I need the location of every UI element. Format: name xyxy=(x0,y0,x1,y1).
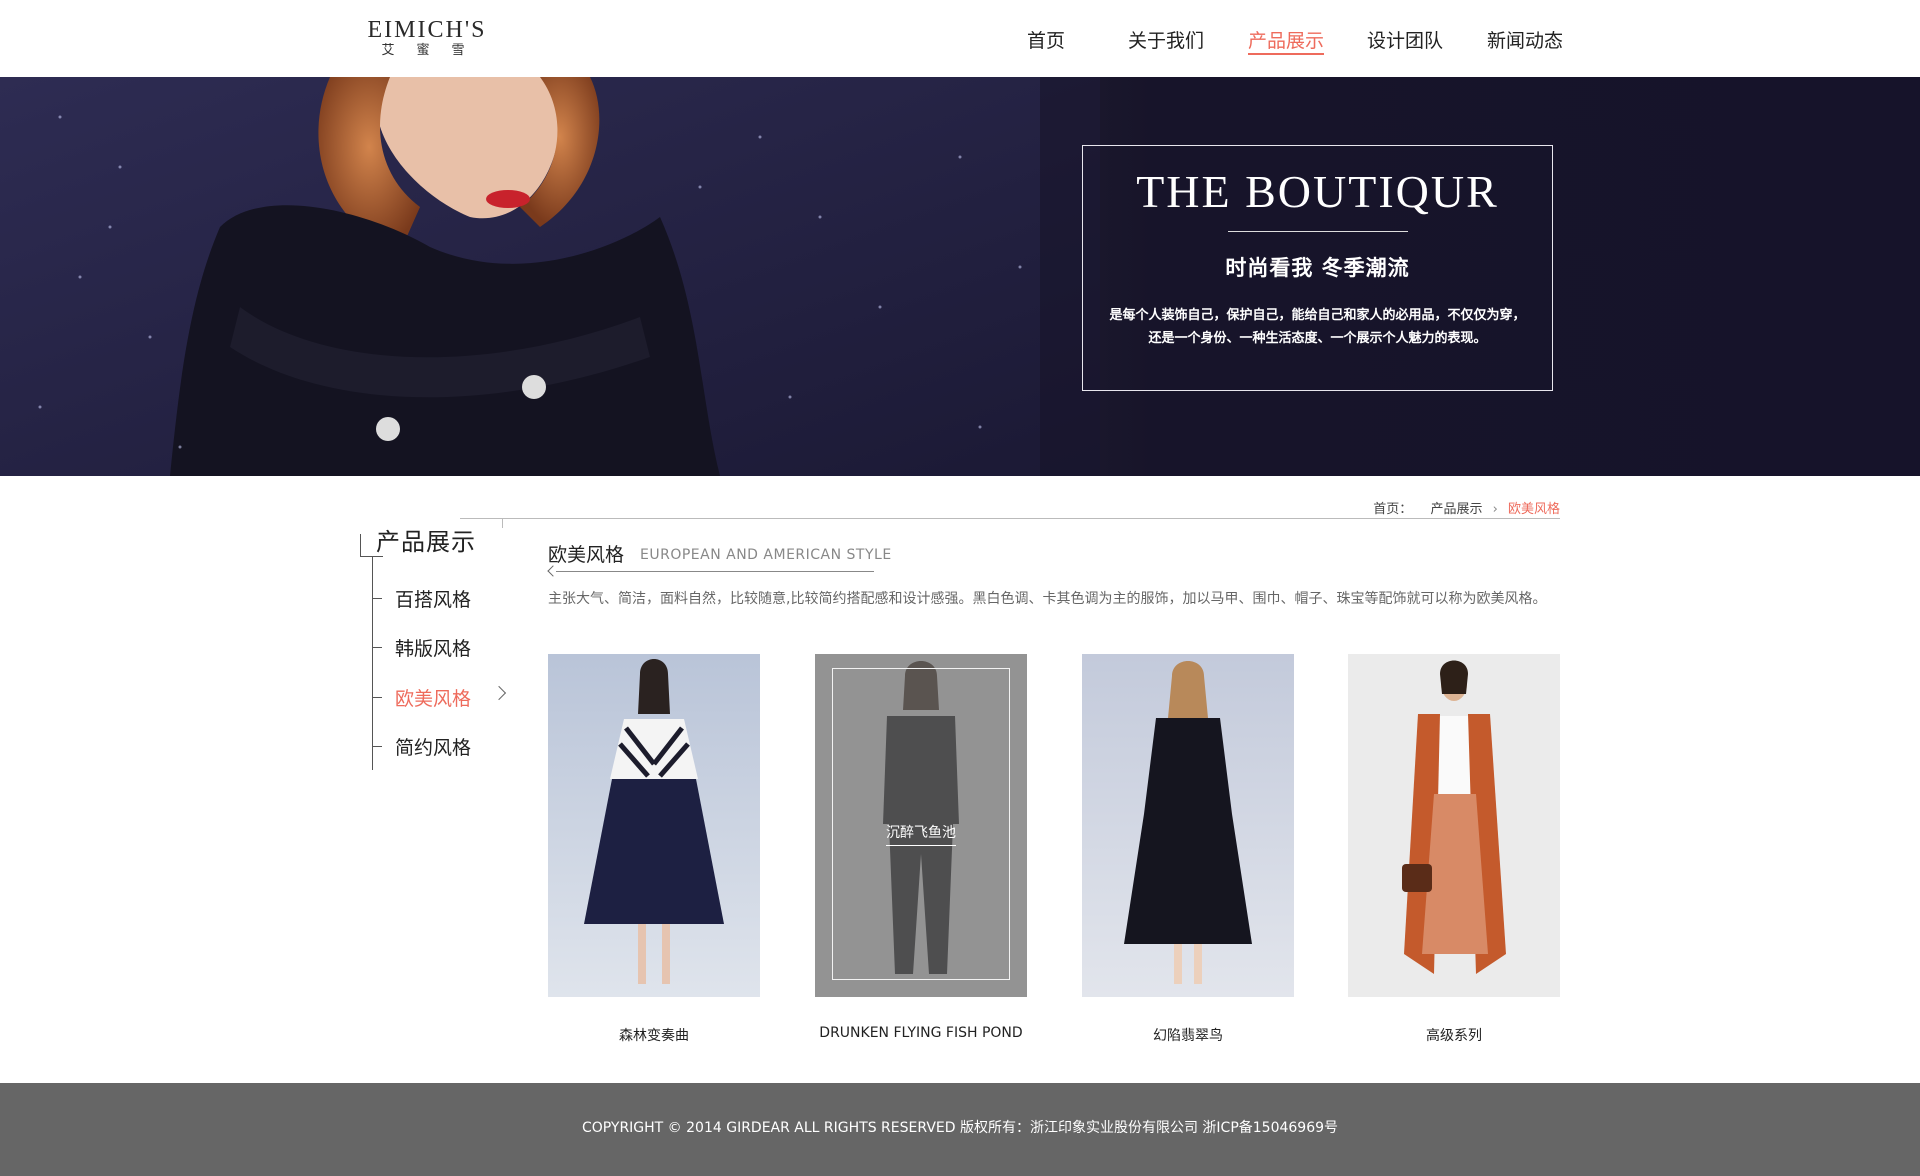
sidebar-tick xyxy=(372,647,382,648)
sidebar-item-korean[interactable]: 韩版风格 xyxy=(395,634,471,661)
sidebar-item-casual[interactable]: 百搭风格 xyxy=(395,585,471,612)
product-hover-overlay: 沉醉飞鱼池 xyxy=(815,654,1027,997)
banner-subtitle: 时尚看我 冬季潮流 xyxy=(1225,256,1410,280)
product-card[interactable]: 沉醉飞鱼池 DRUNKEN FLYING FISH POND xyxy=(815,654,1027,1041)
section-description: 主张大气、简洁，面料自然，比较随意,比较简约搭配感和设计感强。黑白色调、卡其色调… xyxy=(548,591,1547,607)
product-image[interactable] xyxy=(548,654,760,997)
hero-banner: THE BOUTIQUR 时尚看我 冬季潮流 是每个人装饰自己，保护自己，能给自… xyxy=(0,77,1920,476)
product-image[interactable] xyxy=(1348,654,1560,997)
logo-chinese: 艾蜜雪 xyxy=(381,43,487,58)
section-rule xyxy=(556,571,874,572)
breadcrumb-current: 欧美风格 xyxy=(1507,502,1560,517)
chevron-right-icon xyxy=(491,685,507,701)
overlay-label: 沉醉飞鱼池 xyxy=(886,825,956,841)
nav-item-products[interactable]: 产品展示 xyxy=(1248,26,1325,55)
product-image[interactable]: 沉醉飞鱼池 xyxy=(815,654,1027,997)
sidebar-title: 产品展示 xyxy=(376,528,476,556)
logo-english: EIMICH'S xyxy=(367,17,487,43)
chevron-right-icon: › xyxy=(1492,502,1498,517)
nav-item-about[interactable]: 关于我们 xyxy=(1128,26,1204,53)
banner-model-photo xyxy=(0,77,1100,476)
banner-title: THE BOUTIQUR xyxy=(1136,166,1499,217)
product-card[interactable]: 高级系列 xyxy=(1348,654,1560,1044)
product-card[interactable]: 幻陷翡翠鸟 xyxy=(1082,654,1294,1044)
boutique-panel: THE BOUTIQUR 时尚看我 冬季潮流 是每个人装饰自己，保护自己，能给自… xyxy=(1082,145,1553,391)
product-name[interactable]: 幻陷翡翠鸟 xyxy=(1062,1025,1314,1045)
product-name[interactable]: DRUNKEN FLYING FISH POND xyxy=(795,1025,1047,1041)
banner-divider xyxy=(1227,231,1408,232)
breadcrumb-level1[interactable]: 产品展示 xyxy=(1430,502,1482,517)
overlay-rule xyxy=(886,845,956,846)
breadcrumb-home[interactable]: 首页： xyxy=(1373,502,1412,517)
product-card[interactable]: 森林变奏曲 xyxy=(548,654,760,1044)
footer-copyright: COPYRIGHT © 2014 GIRDEAR ALL RIGHTS RESE… xyxy=(581,1120,1339,1136)
site-footer: COPYRIGHT © 2014 GIRDEAR ALL RIGHTS RESE… xyxy=(0,1083,1920,1176)
product-name[interactable]: 高级系列 xyxy=(1328,1025,1580,1045)
site-header: EIMICH'S 艾蜜雪 首页 关于我们 产品展示 设计团队 新闻动态 xyxy=(0,0,1920,77)
sidebar-item-european[interactable]: 欧美风格 xyxy=(395,684,471,711)
sidebar-tick xyxy=(372,697,382,698)
nav-item-home[interactable]: 首页 xyxy=(1027,26,1065,53)
nav-item-design-team[interactable]: 设计团队 xyxy=(1367,26,1443,53)
sidebar-tick xyxy=(372,746,382,747)
breadcrumb: 首页： 产品展示 › 欧美风格 xyxy=(1373,498,1560,517)
nav-item-news[interactable]: 新闻动态 xyxy=(1487,26,1563,53)
product-name[interactable]: 森林变奏曲 xyxy=(528,1025,780,1045)
section-title: 欧美风格 xyxy=(548,544,625,566)
banner-description: 是每个人装饰自己，保护自己，能给自己和家人的必用品，不仅仅为穿，还是一个身份、一… xyxy=(1109,308,1526,346)
breadcrumb-rule xyxy=(460,518,1560,519)
sidebar-tick xyxy=(372,598,382,599)
breadcrumb-rule-tick xyxy=(502,518,503,528)
sidebar-line xyxy=(372,556,373,770)
sidebar-item-minimal[interactable]: 简约风格 xyxy=(395,733,471,760)
product-image[interactable] xyxy=(1082,654,1294,997)
site-logo[interactable]: EIMICH'S 艾蜜雪 xyxy=(362,18,492,59)
section-title-english: EUROPEAN AND AMERICAN STYLE xyxy=(640,547,892,563)
